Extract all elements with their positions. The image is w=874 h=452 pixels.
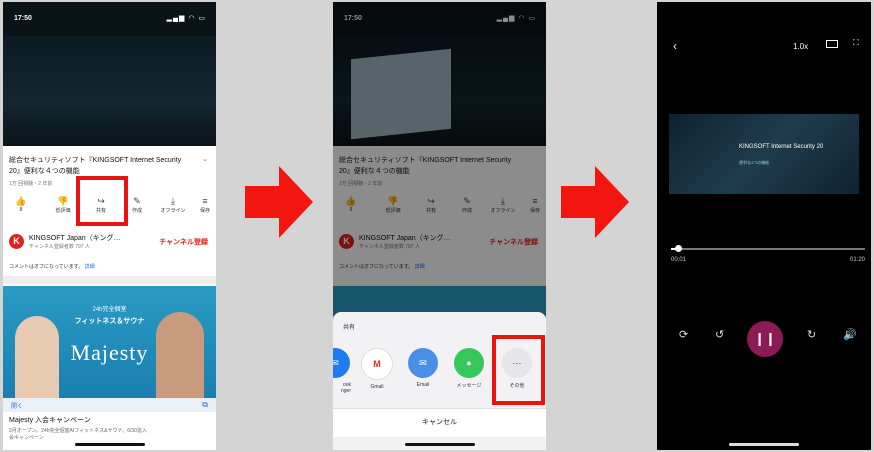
thumb-subtitle: 便利な4つの機能 — [739, 160, 770, 165]
share-target-gmail[interactable]: M Gmail — [361, 348, 393, 390]
repeat-icon[interactable]: ⟳ — [679, 328, 688, 341]
more-highlight-box — [492, 335, 545, 405]
arrow-right-icon — [561, 166, 629, 238]
total-duration: 01:20 — [849, 257, 865, 263]
gmail-icon: M — [361, 348, 393, 380]
arrow-right-icon — [245, 166, 313, 238]
comments-details-link[interactable]: 詳細 — [85, 264, 95, 270]
cancel-button[interactable]: キャンセル — [333, 408, 546, 437]
messenger-icon: ✉ — [333, 348, 350, 378]
video-meta: 1万 回視聴・2 年前 — [9, 181, 53, 187]
phone-screen-share-sheet: 17:50 ▂▄▆ ◠ ▭ 総合セキュリティソフト『KINGSOFT Inter… — [333, 2, 546, 450]
subscribe-button[interactable]: チャンネル登録 — [159, 237, 208, 247]
share-label-message: メッセージ — [456, 383, 482, 389]
home-indicator — [74, 443, 145, 446]
channel-row[interactable]: K KINGSOFT Japan（キング… チャンネル登録者数 797 人 チャ… — [7, 232, 212, 254]
home-indicator — [404, 443, 475, 446]
ad-line1: 24h完全個室 — [92, 307, 127, 313]
share-label-email: Email — [416, 382, 430, 388]
channel-name: KINGSOFT Japan（キング… — [29, 235, 121, 242]
seek-bar[interactable] — [671, 248, 865, 250]
ad-banner[interactable]: 24h完全個室 フィットネス＆サウナ Majesty — [3, 286, 216, 398]
share-target-email[interactable]: ✉ Email — [407, 348, 439, 388]
status-icons: ▂▄▆ ◠ ▭ — [166, 15, 206, 22]
share-label-messenger: ook nger — [340, 382, 351, 394]
pause-icon: ❙❙ — [754, 331, 776, 346]
ad-desc: 2月オープン。24h完全個室AIフィットネス&サウナ。6/30迄入 会キャンペー… — [9, 427, 209, 441]
seek-handle[interactable] — [675, 245, 682, 252]
message-icon: ● — [454, 348, 484, 378]
share-label-gmail: Gmail — [370, 384, 384, 390]
ad-open-bar[interactable]: 開く ⧉ — [3, 398, 216, 412]
ad-open-link[interactable]: 開く — [11, 401, 23, 410]
dislike-button[interactable]: 👎 低評価 — [49, 195, 77, 214]
video-title: 総合セキュリティソフト『KINGSOFT Internet Security 2… — [9, 157, 182, 175]
channel-logo: K — [9, 234, 24, 249]
volume-icon[interactable]: 🔊 — [843, 328, 857, 341]
share-highlight-box — [76, 176, 128, 226]
forward-15-icon[interactable]: ↻ — [807, 328, 816, 341]
rewind-10-icon[interactable]: ↺ — [715, 328, 724, 341]
status-time: 17:50 — [14, 15, 32, 22]
email-icon: ✉ — [408, 348, 438, 378]
download-icon: ⤓ — [171, 196, 175, 206]
dislike-label: 低評価 — [55, 208, 71, 214]
save-icon: ≡ — [202, 196, 208, 206]
playback-speed[interactable]: 1.0x — [793, 42, 808, 51]
offline-button[interactable]: ⤓ オフライン — [159, 195, 187, 214]
like-button[interactable]: 👍 8 — [7, 195, 35, 213]
external-link-icon[interactable]: ⧉ — [202, 400, 208, 410]
thumbs-up-icon: 👍 — [15, 196, 27, 206]
save-button[interactable]: ≡ 保存 — [195, 195, 215, 214]
status-bar: 17:50 ▂▄▆ ◠ ▭ — [3, 2, 216, 36]
video-player[interactable] — [3, 36, 216, 146]
share-target-messenger[interactable]: ✉ ook nger — [333, 348, 351, 394]
thumbs-down-icon: 👎 — [57, 196, 69, 206]
elapsed-time: 00:01 — [671, 257, 687, 263]
back-chevron-icon[interactable]: ‹ — [673, 39, 677, 53]
thumb-title: KINGSOFT Internet Security 20 — [739, 144, 824, 150]
create-label: 作成 — [131, 208, 142, 214]
like-count: 8 — [19, 207, 23, 213]
ad-brand-logo: Majesty — [70, 340, 149, 365]
expand-chevron-icon[interactable]: ⌄ — [202, 155, 208, 163]
comments-off-text: コメントはオフになっています。 — [9, 264, 84, 270]
phone-screen-youtube: 17:50 ▂▄▆ ◠ ▭ 総合セキュリティソフト『KINGSOFT Inter… — [3, 2, 216, 450]
channel-subscribers: チャンネル登録者数 797 人 — [29, 244, 90, 250]
save-label: 保存 — [199, 208, 210, 214]
pause-button[interactable]: ❙❙ — [747, 321, 783, 357]
home-indicator — [729, 443, 799, 446]
phone-screen-player: ‹ 1.0x ⛶ KINGSOFT Internet Security 20 便… — [657, 2, 871, 450]
video-thumbnail[interactable]: KINGSOFT Internet Security 20 便利な4つの機能 — [669, 114, 859, 194]
offline-label: オフライン — [160, 208, 186, 214]
comments-notice: コメントはオフになっています。 詳細 — [9, 263, 95, 270]
ad-title: Majesty 入会キャンペーン — [9, 417, 91, 424]
ad-line2: フィットネス＆サウナ — [74, 318, 145, 325]
ad-desc-line2: 会キャンペーン — [9, 435, 44, 441]
divider — [3, 276, 216, 284]
pip-icon[interactable] — [826, 40, 838, 48]
share-target-message[interactable]: ● メッセージ — [453, 348, 485, 389]
share-sheet-title: 共有 — [343, 325, 356, 331]
ad-desc-line1: 2月オープン。24h完全個室AIフィットネス&サウナ。6/30迄入 — [9, 428, 147, 434]
fullscreen-icon[interactable]: ⛶ — [853, 38, 859, 48]
